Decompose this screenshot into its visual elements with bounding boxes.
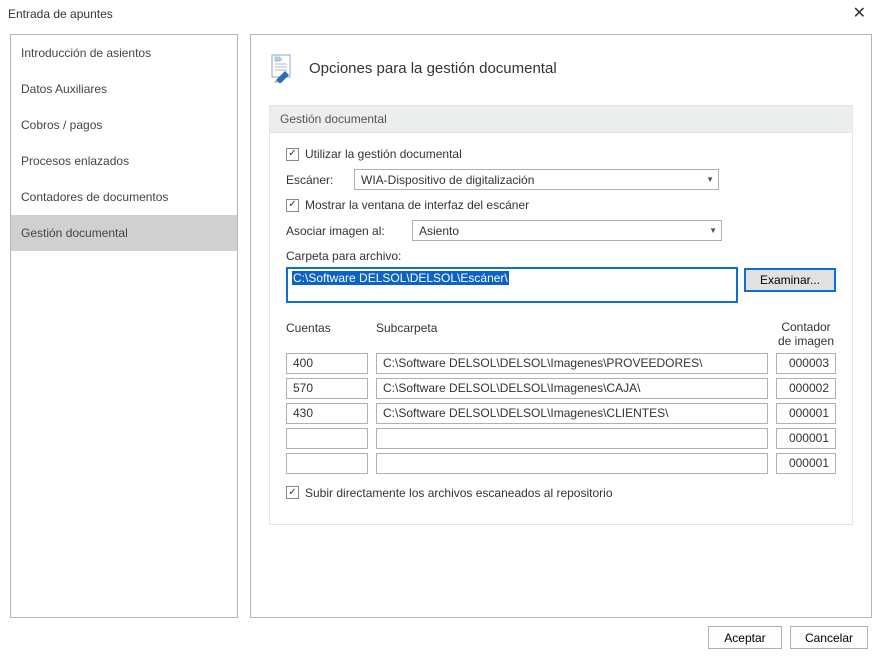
chevron-down-icon: ▼ xyxy=(706,175,714,184)
cuenta-input[interactable]: 570 xyxy=(286,378,368,399)
subcarpeta-input[interactable] xyxy=(376,428,768,449)
use-doc-mgmt-checkbox[interactable]: ✓ Utilizar la gestión documental xyxy=(286,147,462,161)
svg-text:D H: D H xyxy=(276,58,283,62)
contador-input[interactable]: 000003 xyxy=(776,353,836,374)
col-header-subcarpeta: Subcarpeta xyxy=(376,321,768,349)
table-row: 400 C:\Software DELSOL\DELSOL\Imagenes\PR… xyxy=(286,353,836,374)
sidebar-item[interactable]: Contadores de documentos xyxy=(11,179,237,215)
checkmark-icon: ✓ xyxy=(286,486,299,499)
sidebar-item[interactable]: Gestión documental xyxy=(11,215,237,251)
cuenta-input[interactable] xyxy=(286,428,368,449)
contador-input[interactable]: 000001 xyxy=(776,428,836,449)
document-options-icon: D H xyxy=(269,53,299,83)
upload-direct-checkbox[interactable]: ✓ Subir directamente los archivos escane… xyxy=(286,486,613,500)
use-doc-mgmt-label: Utilizar la gestión documental xyxy=(305,147,462,161)
col-header-contador: Contador de imagen xyxy=(776,321,836,349)
associate-value: Asiento xyxy=(419,224,459,238)
associate-label: Asociar imagen al: xyxy=(286,224,404,238)
subcarpeta-input[interactable] xyxy=(376,453,768,474)
chevron-down-icon: ▼ xyxy=(709,226,717,235)
cuenta-input[interactable] xyxy=(286,453,368,474)
col-header-cuentas: Cuentas xyxy=(286,321,368,349)
browse-button[interactable]: Examinar... xyxy=(744,268,836,292)
subcarpeta-input[interactable]: C:\Software DELSOL\DELSOL\Imagenes\CLIEN… xyxy=(376,403,768,424)
checkmark-icon: ✓ xyxy=(286,199,299,212)
show-scanner-ui-label: Mostrar la ventana de interfaz del escán… xyxy=(305,198,529,212)
main-panel: D H Opciones para la gestión documental … xyxy=(250,34,872,618)
table-row: 430 C:\Software DELSOL\DELSOL\Imagenes\CL… xyxy=(286,403,836,424)
folder-path-input[interactable]: C:\Software DELSOL\DELSOL\Escáner\ xyxy=(286,267,738,303)
scanner-value: WIA-Dispositivo de digitalización xyxy=(361,173,534,187)
cuenta-input[interactable]: 400 xyxy=(286,353,368,374)
subcarpeta-input[interactable]: C:\Software DELSOL\DELSOL\Imagenes\PROVE… xyxy=(376,353,768,374)
close-icon[interactable]: ✕ xyxy=(847,6,872,22)
table-row: 000001 xyxy=(286,453,836,474)
window-title: Entrada de apuntes xyxy=(8,7,113,21)
upload-direct-label: Subir directamente los archivos escanead… xyxy=(305,486,613,500)
sidebar-item[interactable]: Introducción de asientos xyxy=(11,35,237,71)
sidebar-item[interactable]: Datos Auxiliares xyxy=(11,71,237,107)
contador-input[interactable]: 000001 xyxy=(776,453,836,474)
associate-select[interactable]: Asiento ▼ xyxy=(412,220,722,241)
folder-label: Carpeta para archivo: xyxy=(286,249,836,263)
cuenta-input[interactable]: 430 xyxy=(286,403,368,424)
cancel-button[interactable]: Cancelar xyxy=(790,626,868,649)
scanner-label: Escáner: xyxy=(286,173,346,187)
table-row: 000001 xyxy=(286,428,836,449)
sidebar-item[interactable]: Cobros / pagos xyxy=(11,107,237,143)
table-row: 570 C:\Software DELSOL\DELSOL\Imagenes\CA… xyxy=(286,378,836,399)
show-scanner-ui-checkbox[interactable]: ✓ Mostrar la ventana de interfaz del esc… xyxy=(286,198,529,212)
accept-button[interactable]: Aceptar xyxy=(708,626,782,649)
folder-path-value: C:\Software DELSOL\DELSOL\Escáner\ xyxy=(292,271,509,285)
page-heading: Opciones para la gestión documental xyxy=(309,60,557,77)
sidebar: Introducción de asientosDatos Auxiliares… xyxy=(10,34,238,618)
subcarpeta-input[interactable]: C:\Software DELSOL\DELSOL\Imagenes\CAJA\ xyxy=(376,378,768,399)
contador-input[interactable]: 000001 xyxy=(776,403,836,424)
group-title: Gestión documental xyxy=(270,106,852,133)
checkmark-icon: ✓ xyxy=(286,148,299,161)
sidebar-item[interactable]: Procesos enlazados xyxy=(11,143,237,179)
scanner-select[interactable]: WIA-Dispositivo de digitalización ▼ xyxy=(354,169,719,190)
contador-input[interactable]: 000002 xyxy=(776,378,836,399)
